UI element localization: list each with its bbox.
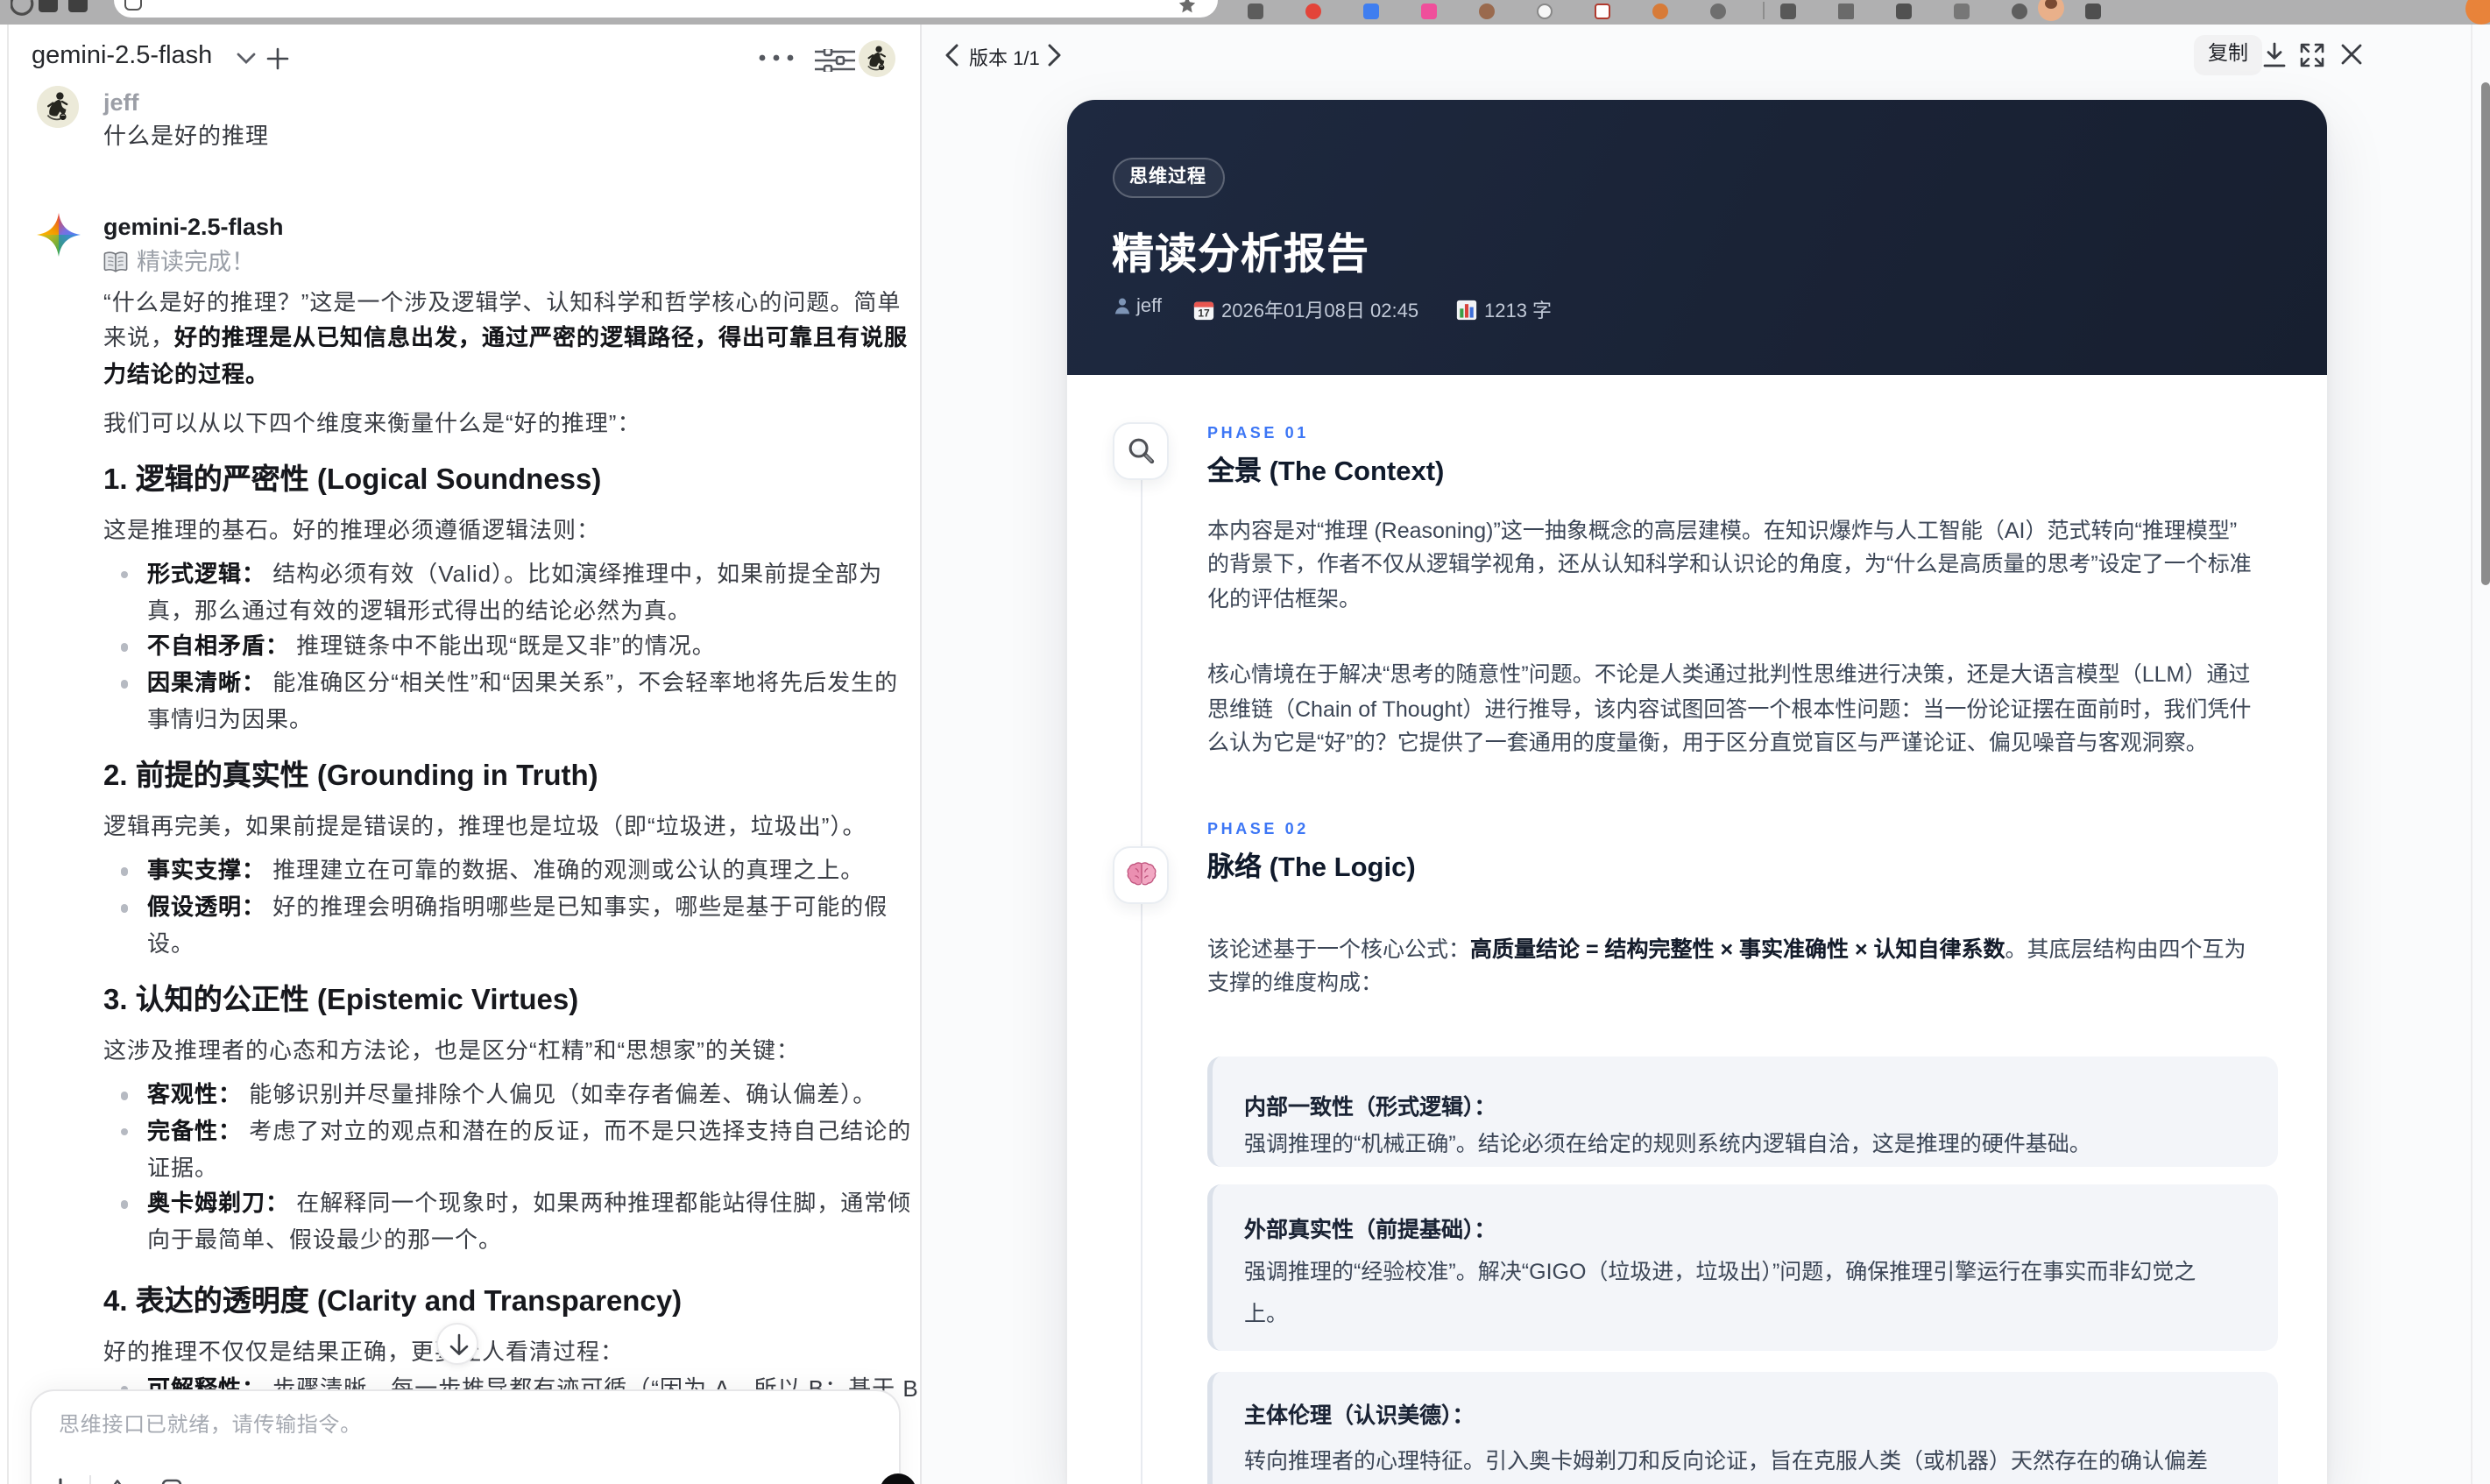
svg-text:17: 17 [1198, 307, 1210, 320]
